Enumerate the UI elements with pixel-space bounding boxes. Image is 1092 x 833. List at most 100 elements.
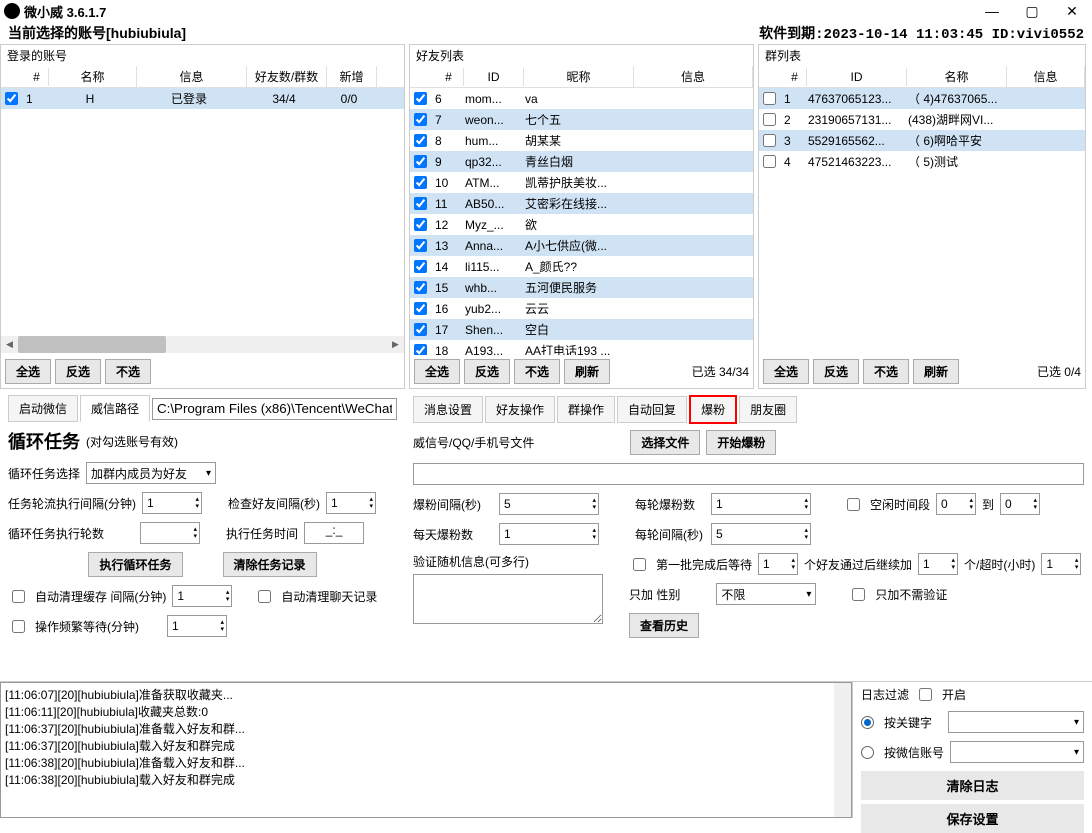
- groups-invert[interactable]: 反选: [813, 359, 859, 384]
- filter-by-keyword-radio[interactable]: [861, 716, 874, 729]
- first-wait-checkbox[interactable]: [633, 558, 646, 571]
- groups-refresh[interactable]: 刷新: [913, 359, 959, 384]
- account-row[interactable]: 1H已登录34/40/0: [1, 88, 404, 109]
- wechat-path-input[interactable]: [152, 398, 397, 420]
- group-row[interactable]: 2231906571​31...(438)湖畔网VI...: [759, 109, 1085, 130]
- cache-interval-input[interactable]: 1: [172, 585, 232, 607]
- friend-row[interactable]: 18A193...AA打电话193 ...: [410, 340, 753, 355]
- start-baofen-button[interactable]: 开始爆粉: [706, 430, 776, 455]
- log-textarea[interactable]: [11:06:07][20][hubiubiula]准备获取收藏夹...[11:…: [0, 682, 852, 818]
- current-account-label: 当前选择的账号[hubiubiula]: [8, 23, 186, 43]
- maximize-button[interactable]: ▢: [1016, 2, 1048, 20]
- loop-interval-input[interactable]: 1: [142, 492, 202, 514]
- loop-task-select[interactable]: 加群内成员为好友: [86, 462, 216, 484]
- file-path-input[interactable]: [413, 463, 1084, 485]
- expiry-label: 软件到期:2023-10-14 11:03:45 ID:vivi0552: [759, 23, 1084, 43]
- friend-row[interactable]: 17Shen...空白: [410, 319, 753, 340]
- log-line: [11:06:07][20][hubiubiula]准备获取收藏夹...: [5, 687, 847, 704]
- friend-row[interactable]: 13Anna...A小七供应(微...: [410, 235, 753, 256]
- verify-textarea[interactable]: [413, 574, 603, 624]
- clear-task-record-button[interactable]: 清除任务记录: [223, 552, 317, 577]
- keyword-combo[interactable]: [948, 711, 1084, 733]
- tab-自动回复[interactable]: 自动回复: [617, 396, 687, 423]
- friend-row[interactable]: 11AB50...艾密彩在线接...: [410, 193, 753, 214]
- app-icon: [4, 3, 20, 19]
- loop-rounds-input[interactable]: [140, 522, 200, 544]
- log-vscroll[interactable]: [834, 683, 851, 817]
- filter-by-account-radio[interactable]: [861, 746, 874, 759]
- friends-selected-count: 已选 34/34: [692, 363, 749, 380]
- accounts-title: 登录的账号: [1, 45, 404, 66]
- account-combo[interactable]: [950, 741, 1084, 763]
- daily-input[interactable]: 1: [499, 523, 599, 545]
- auto-clear-cache-checkbox[interactable]: [12, 590, 25, 603]
- accounts-header: # 名称 信息 好友数/群数 新增: [1, 66, 404, 88]
- freq-wait-input[interactable]: 1: [167, 615, 227, 637]
- friends-select-all[interactable]: 全选: [414, 359, 460, 384]
- log-line: [11:06:37][20][hubiubiula]准备载入好友和群...: [5, 721, 847, 738]
- freq-wait-checkbox[interactable]: [12, 620, 25, 633]
- exec-loop-button[interactable]: 执行循环任务: [88, 552, 182, 577]
- log-line: [11:06:38][20][hubiubiula]载入好友和群完成: [5, 772, 847, 789]
- close-button[interactable]: ✕: [1056, 2, 1088, 20]
- friends-title: 好友列表: [410, 45, 753, 66]
- friend-row[interactable]: 9qp32...青丝白烟: [410, 151, 753, 172]
- round-gap-input[interactable]: 5: [711, 523, 811, 545]
- groups-selected-count: 已选 0/4: [1037, 363, 1081, 380]
- idle-to-input[interactable]: 0: [1000, 493, 1040, 515]
- groups-panel: 群列表 # ID 名称 信息 1476370651​23...（ 4)47637…: [758, 44, 1086, 389]
- friends-invert[interactable]: 反选: [464, 359, 510, 384]
- friend-row[interactable]: 6mom...va: [410, 88, 753, 109]
- per-round-input[interactable]: 1: [711, 493, 811, 515]
- log-line: [11:06:11][20][hubiubiula]收藏夹总数:0: [5, 704, 847, 721]
- accounts-invert[interactable]: 反选: [55, 359, 101, 384]
- tab-start-wechat[interactable]: 启动微信: [8, 395, 78, 422]
- log-line: [11:06:37][20][hubiubiula]载入好友和群完成: [5, 738, 847, 755]
- loop-time-input[interactable]: _:_: [304, 522, 364, 544]
- tab-wechat-path[interactable]: 威信路径: [80, 395, 150, 422]
- friends-select-none[interactable]: 不选: [514, 359, 560, 384]
- check-friend-interval[interactable]: 1: [326, 492, 376, 514]
- loop-tip: (对勾选账号有效): [86, 433, 178, 450]
- first-wait-input[interactable]: 1: [758, 553, 798, 575]
- tab-好友操作[interactable]: 好友操作: [485, 396, 555, 423]
- group-row[interactable]: 1476370651​23...（ 4)47637065...: [759, 88, 1085, 109]
- no-verify-checkbox[interactable]: [852, 588, 865, 601]
- log-filter-enable[interactable]: [919, 688, 932, 701]
- minimize-button[interactable]: —: [976, 2, 1008, 20]
- accounts-select-all[interactable]: 全选: [5, 359, 51, 384]
- tab-爆粉[interactable]: 爆粉: [689, 395, 737, 424]
- friend-row[interactable]: 16yub2...云云: [410, 298, 753, 319]
- friend-row[interactable]: 10ATM...凯蒂护肤美妆...: [410, 172, 753, 193]
- idle-checkbox[interactable]: [847, 498, 860, 511]
- groups-select-all[interactable]: 全选: [763, 359, 809, 384]
- baofen-interval-input[interactable]: 5: [499, 493, 599, 515]
- group-row[interactable]: 4475214632​23...（ 5)测试: [759, 151, 1085, 172]
- gender-select[interactable]: 不限: [716, 583, 816, 605]
- accounts-panel: 登录的账号 # 名称 信息 好友数/群数 新增 1H已登录34/40/0 ◀ ▶…: [0, 44, 405, 389]
- friend-row[interactable]: 15whb...五河便民服务: [410, 277, 753, 298]
- choose-file-button[interactable]: 选择文件: [630, 430, 700, 455]
- timeout-input[interactable]: 1: [1041, 553, 1081, 575]
- loop-title: 循环任务: [8, 428, 80, 454]
- view-history-button[interactable]: 查看历史: [629, 613, 699, 638]
- friend-row[interactable]: 8hum...胡某某: [410, 130, 753, 151]
- friends-refresh[interactable]: 刷新: [564, 359, 610, 384]
- auto-clear-chat-checkbox[interactable]: [258, 590, 271, 603]
- groups-select-none[interactable]: 不选: [863, 359, 909, 384]
- idle-from-input[interactable]: 0: [936, 493, 976, 515]
- app-title: 微小威 3.6.1.7: [24, 2, 976, 21]
- group-row[interactable]: 3552916556​2...（ 6)啊哈平安: [759, 130, 1085, 151]
- accounts-hscroll[interactable]: ◀ ▶: [1, 336, 404, 353]
- save-settings-button[interactable]: 保存设置: [861, 804, 1084, 833]
- accounts-select-none[interactable]: 不选: [105, 359, 151, 384]
- tab-群操作[interactable]: 群操作: [557, 396, 615, 423]
- groups-title: 群列表: [759, 45, 1085, 66]
- friend-row[interactable]: 7weon...七个五: [410, 109, 753, 130]
- pass-count-input[interactable]: 1: [918, 553, 958, 575]
- friend-row[interactable]: 14li115...A_颜氏??: [410, 256, 753, 277]
- friend-row[interactable]: 12Myz_...欲: [410, 214, 753, 235]
- friends-panel: 好友列表 # ID 昵称 信息 6mom...va7weon...七个五8hum…: [409, 44, 754, 389]
- tab-朋友圈[interactable]: 朋友圈: [739, 396, 797, 423]
- tab-消息设置[interactable]: 消息设置: [413, 396, 483, 423]
